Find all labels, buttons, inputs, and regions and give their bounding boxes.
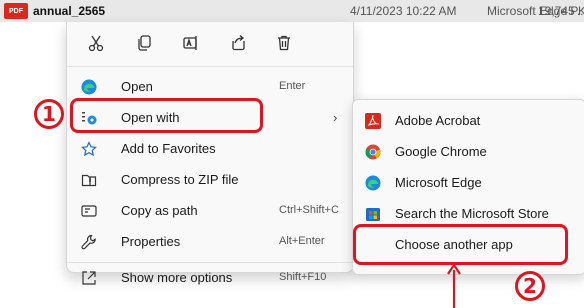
edge-icon [365, 175, 381, 191]
menu-item-label: Copy as path [121, 203, 198, 218]
pdf-file-icon: PDF [4, 3, 28, 19]
step-1-badge: 1 [34, 99, 64, 129]
delete-icon[interactable] [273, 32, 295, 54]
menu-item-compress[interactable]: Compress to ZIP file [71, 165, 349, 195]
menu-item-properties[interactable]: Properties Alt+Enter [71, 227, 349, 257]
star-icon [81, 141, 97, 157]
highlight-choose-app [353, 224, 568, 265]
menu-item-label: Add to Favorites [121, 141, 216, 156]
menu-item-copy-path[interactable]: Copy as path Ctrl+Shift+C [71, 196, 349, 226]
submenu-item-label: Adobe Acrobat [395, 113, 481, 128]
submenu-item-microsoft-edge[interactable]: Microsoft Edge [357, 168, 583, 198]
submenu-item-label: Microsoft Edge [395, 175, 482, 190]
submenu-item-label: Search the Microsoft Store [395, 206, 549, 221]
cut-icon[interactable] [85, 32, 107, 54]
highlight-open-with [70, 98, 263, 133]
menu-item-add-favorites[interactable]: Add to Favorites [71, 134, 349, 164]
menu-separator [67, 66, 353, 67]
menu-item-shortcut: Enter [279, 80, 306, 92]
wrench-icon [81, 234, 97, 250]
file-name: annual_2565 [33, 4, 106, 18]
show-more-icon [81, 270, 97, 286]
menu-item-shortcut: Shift+F10 [279, 271, 327, 283]
microsoft-store-icon [365, 206, 381, 222]
submenu-item-label: Google Chrome [395, 144, 487, 159]
context-menu: Open Enter Open with › Add to Favorites … [66, 22, 354, 285]
file-size: 19,745 KI [538, 4, 584, 18]
menu-item-label: Compress to ZIP file [121, 172, 239, 187]
menu-item-label: Show more options [121, 270, 233, 285]
menu-item-shortcut: Ctrl+Shift+C [279, 204, 339, 216]
file-date: 4/11/2023 10:22 AM [350, 4, 457, 18]
edge-icon [81, 79, 97, 95]
quick-actions-bar [67, 22, 353, 66]
copy-path-icon [81, 203, 97, 219]
menu-item-shortcut: Alt+Enter [279, 235, 325, 247]
rename-icon[interactable] [180, 32, 202, 54]
submenu-item-adobe-acrobat[interactable]: Adobe Acrobat [357, 106, 583, 136]
adobe-acrobat-icon [365, 113, 381, 129]
menu-item-label: Open [121, 79, 153, 94]
file-row[interactable]: PDF annual_2565 4/11/2023 10:22 AM Micro… [0, 0, 584, 22]
zip-folder-icon [81, 172, 97, 188]
step-2-badge: 2 [515, 271, 545, 301]
menu-item-label: Properties [121, 234, 181, 249]
copy-icon[interactable] [133, 32, 155, 54]
submenu-item-google-chrome[interactable]: Google Chrome [357, 137, 583, 167]
chrome-icon [365, 144, 381, 160]
menu-separator [67, 262, 353, 263]
share-icon[interactable] [227, 32, 249, 54]
chevron-right-icon: › [333, 110, 338, 125]
menu-item-show-more[interactable]: Show more options Shift+F10 [71, 266, 349, 290]
arrow-up-icon [447, 264, 461, 308]
